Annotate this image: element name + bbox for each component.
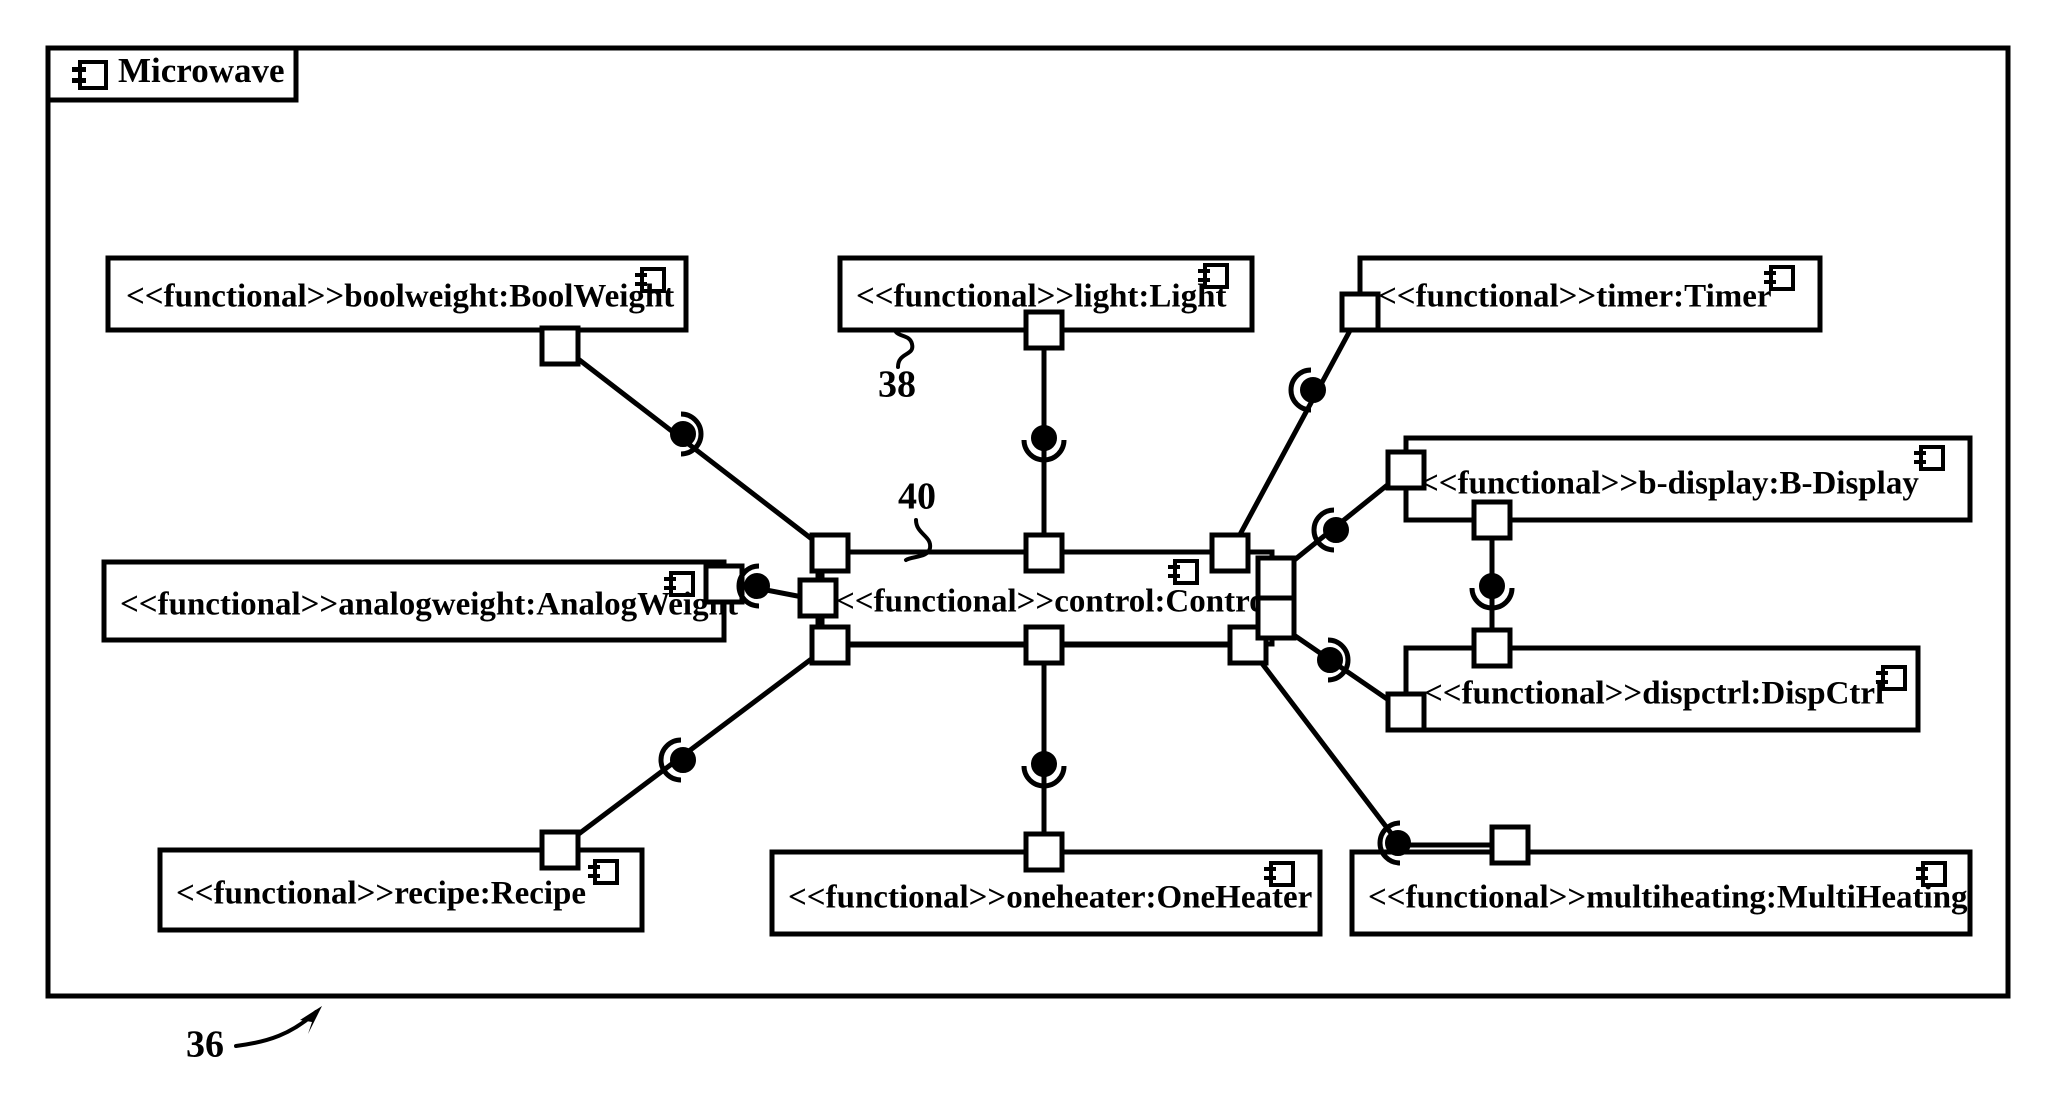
port-control-right-lower[interactable] [1255,595,1297,641]
assembly-connector-dispctrl [1317,637,1351,683]
port-light-out[interactable] [1023,309,1065,351]
component-label: <<functional>>boolweight:BoolWeight [126,279,674,315]
component-label: <<functional>>timer:Timer [1378,279,1772,315]
ref-numeral-36: 36 [186,1024,224,1066]
reference-numerals: 38 40 36 [186,330,936,1066]
port-control-bottom-center[interactable] [1023,624,1065,666]
component-timer[interactable]: <<functional>>timer:Timer [1339,255,1823,333]
leader-line-38 [894,330,915,369]
connector-control-multiheating [1246,643,1402,847]
ref-numeral-40: 40 [898,476,936,518]
component-control[interactable]: <<functional>>control:Control [797,532,1297,666]
port-bdisplay-down[interactable] [1471,499,1513,541]
port-boolweight-out[interactable] [539,325,581,367]
port-control-top-center[interactable] [1023,532,1065,574]
component-oneheater[interactable]: <<functional>>oneheater:OneHeater [769,831,1323,937]
component-analogweight[interactable]: <<functional>>analogweight:AnalogWeight [101,559,745,643]
component-diagram-svg: Microwave <<functional>>boolweight:BoolW… [45,45,2011,1066]
port-dispctrl-in[interactable] [1385,691,1427,733]
assembly-connector-timer [1288,367,1326,413]
port-oneheater-in[interactable] [1023,831,1065,873]
diagram-canvas: Microwave <<functional>>boolweight:BoolW… [0,0,2061,1099]
port-timer-in[interactable] [1339,291,1381,333]
assembly-connector-bdisplay [1311,507,1349,553]
component-boolweight[interactable]: <<functional>>boolweight:BoolWeight [105,255,689,367]
component-dispctrl[interactable]: <<functional>>dispctrl:DispCtrl [1385,627,1921,733]
component-label: <<functional>>b-display:B-Display [1420,466,1919,502]
component-label: <<functional>>dispctrl:DispCtrl [1424,676,1884,712]
assembly-connector-recipe [658,737,696,783]
port-control-mid-left[interactable] [797,577,839,619]
connector-recipe-control [558,643,832,850]
port-dispctrl-top[interactable] [1471,627,1513,669]
port-control-top-right[interactable] [1209,532,1251,574]
component-b-display[interactable]: <<functional>>b-display:B-Display [1385,435,1973,541]
assembly-connector-boolweight [670,411,704,457]
frame-title: Microwave [118,51,285,90]
component-label: <<functional>>control:Control [836,584,1275,620]
component-label: <<functional>>recipe:Recipe [176,876,586,912]
port-control-bottom-left[interactable] [809,624,851,666]
port-control-right-upper[interactable] [1255,555,1297,601]
port-multiheating-in[interactable] [1489,824,1531,866]
port-recipe-out[interactable] [539,829,581,871]
component-label: <<functional>>oneheater:OneHeater [788,880,1312,916]
component-label: <<functional>>multiheating:MultiHeating [1368,880,1968,916]
port-control-top-left[interactable] [809,532,851,574]
component-label: <<functional>>analogweight:AnalogWeight [120,587,738,623]
leader-line-36 [234,1010,318,1048]
component-label: <<functional>>light:Light [856,279,1226,315]
ref-numeral-38: 38 [878,364,916,406]
leader-arrowhead-36 [300,1006,322,1034]
port-bdisplay-in[interactable] [1385,449,1427,491]
connector-timer-control [1227,310,1363,555]
component-recipe[interactable]: <<functional>>recipe:Recipe [157,829,645,933]
